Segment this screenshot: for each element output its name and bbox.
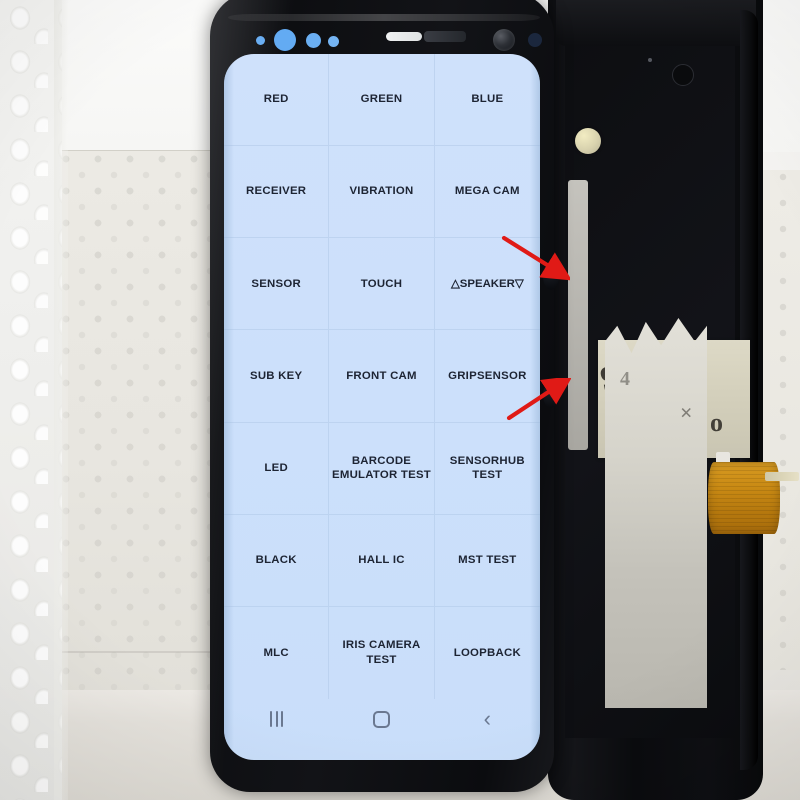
front-camera-icon <box>493 29 515 51</box>
tape-mark-4: 4 <box>620 368 630 390</box>
nav-recents-button[interactable] <box>248 704 306 734</box>
test-button-mst[interactable]: MST TEST <box>434 515 540 607</box>
iris-sensor-icon <box>274 29 296 51</box>
test-button-speaker[interactable]: △SPEAKER▽ <box>434 238 540 331</box>
frame-camera-cutout-icon <box>672 64 694 86</box>
frame-metal-strip <box>568 180 588 450</box>
iris-camera-icon <box>528 33 542 47</box>
back-chevron-icon: ‹ <box>483 706 491 731</box>
test-button-red[interactable]: RED <box>224 54 330 147</box>
background-bubble-wrap <box>0 0 62 800</box>
frame-sensor-dot-icon <box>648 58 652 62</box>
test-button-led[interactable]: LED <box>224 422 330 515</box>
frame-tape-sticker <box>575 128 601 154</box>
screen-defect-upper <box>543 262 559 290</box>
frame-top-edge <box>556 0 756 46</box>
test-button-touch[interactable]: TOUCH <box>329 238 435 331</box>
background-bubble-wrap-edge <box>54 0 68 800</box>
test-button-green[interactable]: GREEN <box>329 54 435 147</box>
test-button-sensor[interactable]: SENSOR <box>224 238 330 331</box>
test-button-sub-key[interactable]: SUB KEY <box>224 330 330 423</box>
test-button-mega-cam[interactable]: MEGA CAM <box>434 146 540 239</box>
screen-defect-lower <box>543 382 559 408</box>
nav-back-button[interactable]: ‹ <box>458 704 516 734</box>
test-button-barcode-emulator[interactable]: BARCODE EMULATOR TEST <box>329 422 435 515</box>
tape-mark-x: × <box>680 400 693 425</box>
test-button-loopback[interactable]: LOOPBACK <box>435 607 540 699</box>
test-button-black[interactable]: BLACK <box>224 514 330 607</box>
proximity-sensor-icon <box>256 36 265 45</box>
test-button-sensorhub[interactable]: SENSORHUB TEST <box>434 423 540 515</box>
diagnostic-test-grid: RED GREEN BLUE RECEIVER VIBRATION MEGA C… <box>224 54 540 699</box>
test-button-hall-ic[interactable]: HALL IC <box>329 514 435 607</box>
earpiece-grille-icon <box>424 31 466 42</box>
bezel-highlight <box>228 14 540 21</box>
test-button-front-cam[interactable]: FRONT CAM <box>329 330 435 423</box>
test-button-blue[interactable]: BLUE <box>434 54 540 147</box>
earpiece-speaker-icon <box>386 32 422 41</box>
test-button-mlc[interactable]: MLC <box>224 606 330 699</box>
photo-scene: 9 4 × o RED GREEN BLUE RECEIVER VIBRATIO… <box>0 0 800 800</box>
phone-screen: RED GREEN BLUE RECEIVER VIBRATION MEGA C… <box>224 54 540 760</box>
test-button-gripsensor[interactable]: GRIPSENSOR <box>434 330 540 423</box>
test-button-vibration[interactable]: VIBRATION <box>329 146 435 239</box>
flex-cable-tip <box>765 472 799 481</box>
light-sensor-icon <box>306 33 321 48</box>
ir-led-icon <box>328 36 339 47</box>
android-navigation-bar: ‹ <box>224 698 540 740</box>
home-icon <box>373 710 391 728</box>
nav-home-button[interactable] <box>353 704 411 734</box>
tape-mark-o: o <box>710 408 723 437</box>
test-button-receiver[interactable]: RECEIVER <box>224 146 330 239</box>
recents-icon <box>270 711 284 727</box>
test-button-iris-camera[interactable]: IRIS CAMERA TEST <box>329 606 435 699</box>
